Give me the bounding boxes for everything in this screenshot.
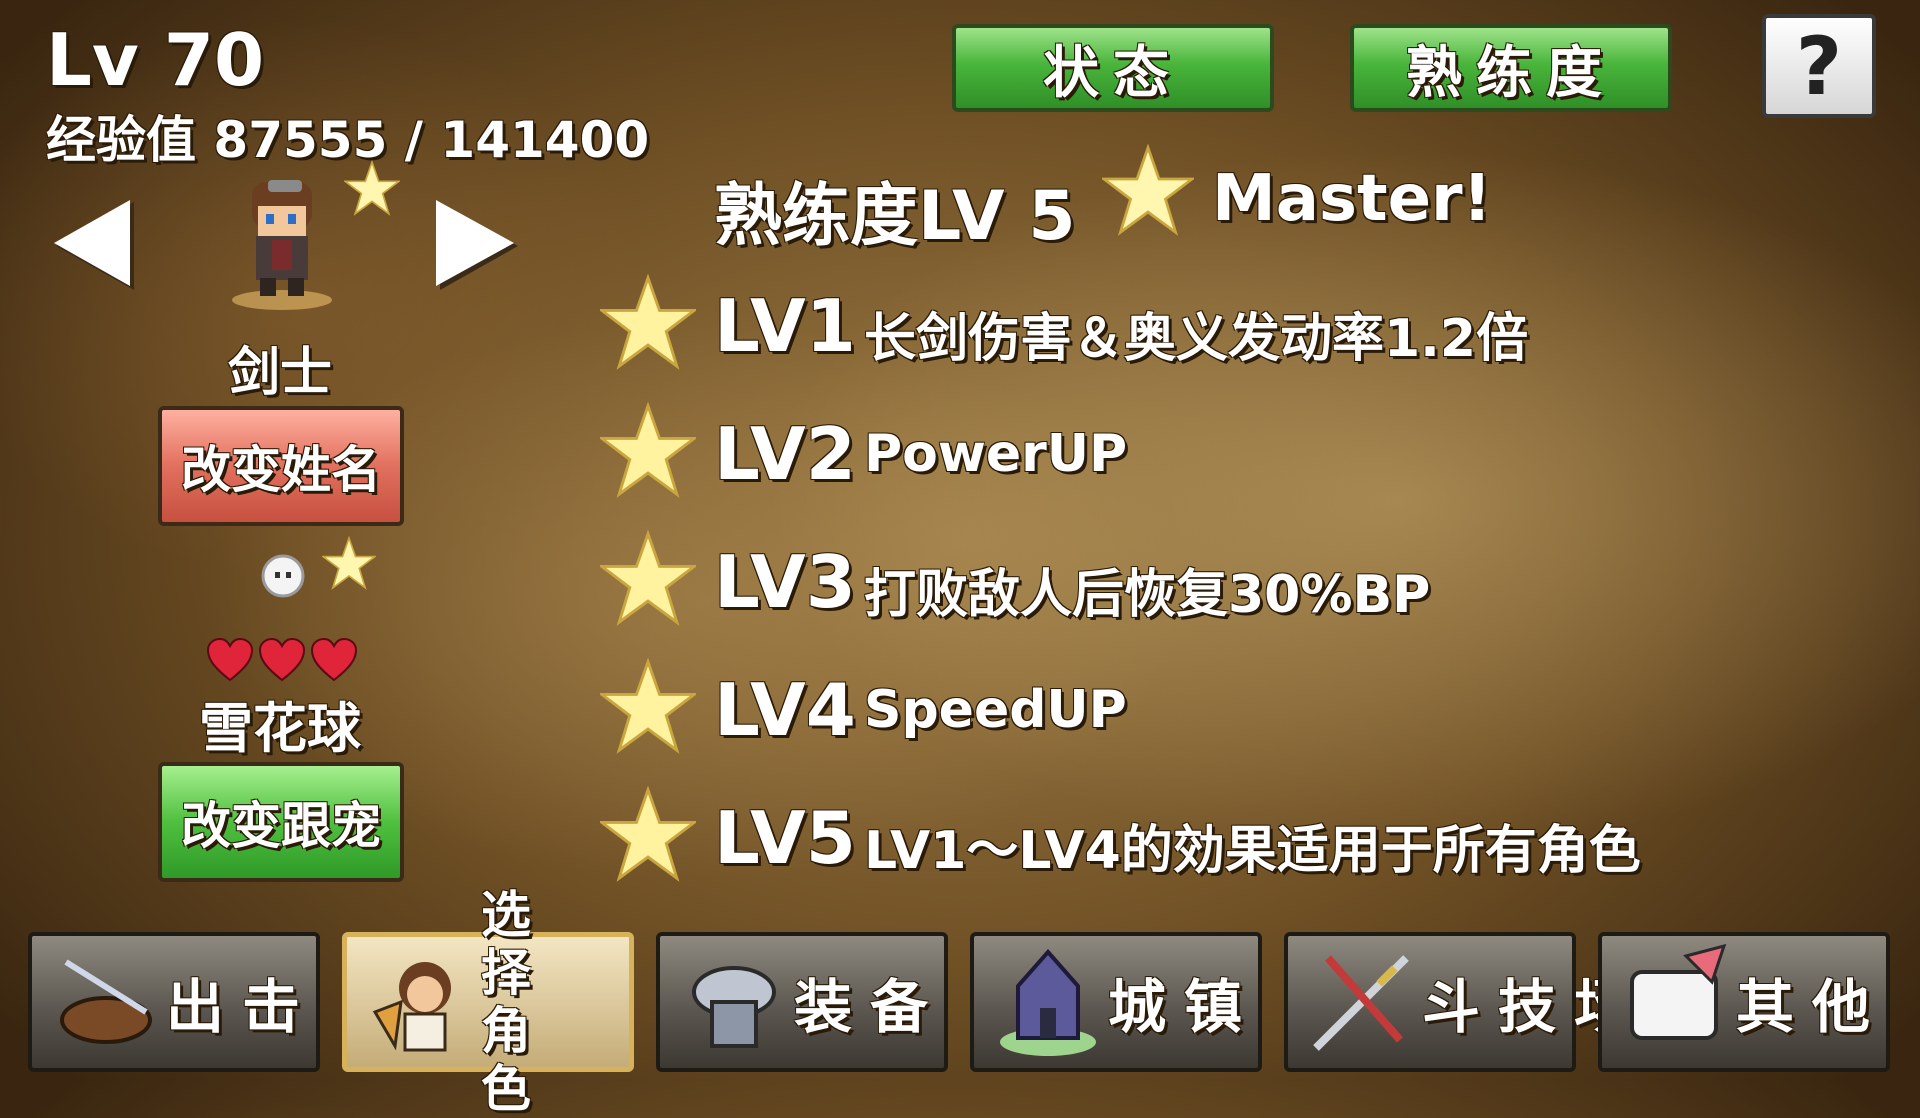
tab-status[interactable]: 状态 bbox=[952, 24, 1274, 112]
change-pet-button[interactable]: 改变跟宠 bbox=[158, 762, 404, 882]
mastery-level-label: LV1 bbox=[714, 284, 856, 368]
next-character-arrow-icon[interactable] bbox=[430, 196, 520, 296]
mastery-level-effect: 长剑伤害＆奥义发动率1.2倍 bbox=[864, 309, 1529, 369]
nav-select-character-button[interactable]: 选择 角色 bbox=[342, 886, 634, 1118]
nav-equipment-button[interactable]: 装备 bbox=[656, 932, 948, 1072]
mastery-level-effect: 打败敌人后恢复30%BP bbox=[864, 565, 1431, 625]
nav-label: 装备 bbox=[794, 973, 947, 1041]
nav-label: 出击 bbox=[166, 973, 319, 1041]
heart-icon bbox=[310, 638, 358, 682]
mastery-status: Master! bbox=[1212, 162, 1492, 236]
mastery-level-effect: PowerUP bbox=[864, 424, 1128, 484]
nav-label: 城镇 bbox=[1108, 973, 1261, 1041]
pet-affection-hearts bbox=[206, 638, 358, 682]
pet-name: 雪花球 bbox=[199, 697, 361, 760]
character-select-icon bbox=[372, 962, 451, 1052]
pet-star-icon bbox=[322, 536, 376, 590]
mastery-level-star-icon bbox=[600, 274, 696, 370]
nav-label: 其他 bbox=[1736, 973, 1889, 1041]
nav-arena-button[interactable]: 斗技场 bbox=[1284, 932, 1632, 1072]
mastery-level-star-icon bbox=[600, 402, 696, 498]
heart-icon bbox=[258, 638, 306, 682]
heart-icon bbox=[206, 638, 254, 682]
tab-mastery[interactable]: 熟练度 bbox=[1350, 24, 1672, 112]
character-level: Lv 70 bbox=[46, 18, 265, 102]
mastery-level-label: LV4 bbox=[714, 668, 856, 752]
mastery-level-label: LV2 bbox=[714, 412, 856, 496]
mastery-level-effect: SpeedUP bbox=[864, 680, 1127, 740]
mastery-level-star-icon bbox=[600, 530, 696, 626]
character-class: 剑士 bbox=[227, 343, 332, 403]
bottom-navigation-bar: 出击 选择 角色 装备 城镇 斗技场 其他 bbox=[0, 886, 1920, 1118]
nav-label-line: 角色 bbox=[481, 1002, 541, 1118]
nav-label: 选择 角色 bbox=[481, 886, 591, 1118]
mastery-level-title: 熟练度LV 5 bbox=[714, 177, 1076, 256]
ship-icon bbox=[60, 959, 152, 1044]
armor-icon bbox=[692, 966, 776, 1048]
nav-other-button[interactable]: 其他 bbox=[1598, 932, 1890, 1072]
mastery-level-label: LV3 bbox=[714, 540, 856, 624]
nav-sortie-button[interactable]: 出击 bbox=[28, 932, 320, 1072]
mastery-level-effect: LV1～LV4的効果适用于所有角色 bbox=[864, 821, 1641, 881]
scroll-icon bbox=[1630, 943, 1727, 1040]
mastery-level-star-icon bbox=[600, 658, 696, 754]
mastery-star-icon bbox=[1102, 144, 1194, 236]
swords-icon bbox=[1313, 955, 1409, 1051]
previous-character-arrow-icon[interactable] bbox=[50, 196, 140, 296]
nav-town-button[interactable]: 城镇 bbox=[970, 932, 1262, 1072]
pet-sprite bbox=[261, 554, 305, 598]
help-button[interactable]: ? bbox=[1762, 14, 1876, 118]
change-name-button[interactable]: 改变姓名 bbox=[158, 406, 404, 526]
nav-label-line: 选择 bbox=[481, 886, 541, 1002]
character-star-icon bbox=[344, 160, 400, 216]
mastery-level-star-icon bbox=[600, 786, 696, 882]
swordsman-sprite bbox=[232, 180, 332, 310]
mastery-level-label: LV5 bbox=[714, 796, 856, 880]
town-icon bbox=[1000, 948, 1096, 1056]
